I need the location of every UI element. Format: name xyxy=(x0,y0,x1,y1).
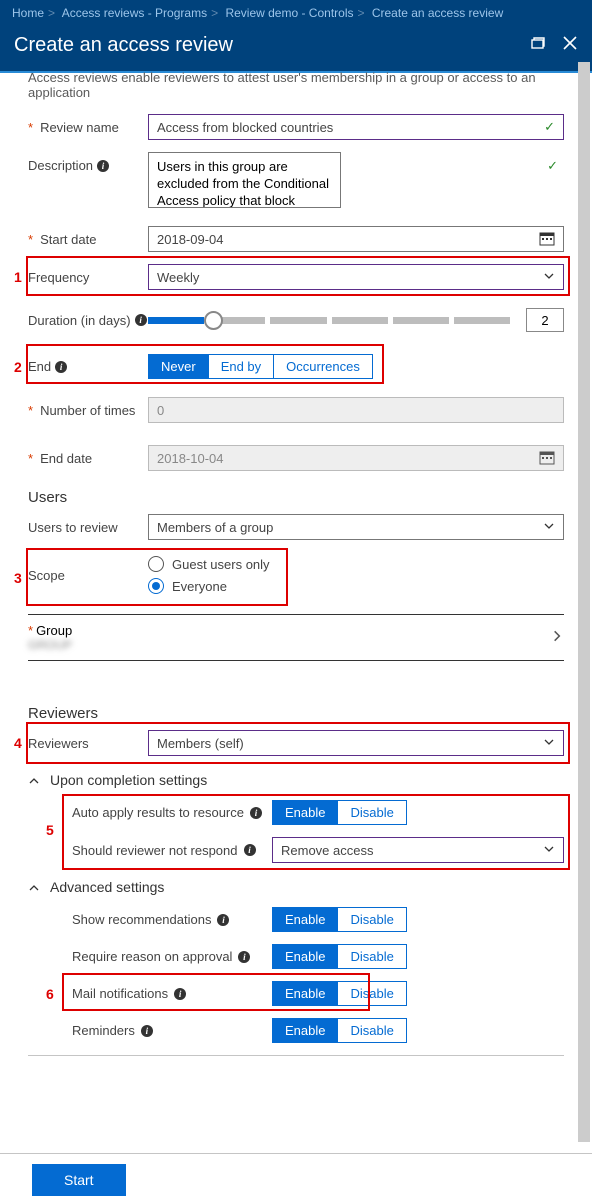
reminders-enable[interactable]: Enable xyxy=(273,1019,337,1042)
end-occurrences[interactable]: Occurrences xyxy=(273,355,372,378)
toggle-auto-apply: Enable Disable xyxy=(272,800,407,825)
toggle-upon-completion[interactable]: Upon completion settings xyxy=(28,772,564,788)
restore-icon[interactable] xyxy=(530,35,546,56)
chevron-down-icon xyxy=(543,843,555,858)
crumb-3: Create an access review xyxy=(372,6,503,20)
footer: Start xyxy=(0,1153,592,1200)
start-button[interactable]: Start xyxy=(32,1164,126,1196)
toggle-reminders: Enable Disable xyxy=(272,1018,407,1043)
mail-notif-enable[interactable]: Enable xyxy=(273,982,337,1005)
mail-notif-disable[interactable]: Disable xyxy=(337,982,405,1005)
show-rec-disable[interactable]: Disable xyxy=(337,908,405,931)
end-never[interactable]: Never xyxy=(149,355,208,378)
annotation-4: 4 xyxy=(14,735,22,751)
label-users-to-review: Users to review xyxy=(28,520,148,535)
require-reason-disable[interactable]: Disable xyxy=(337,945,405,968)
info-icon[interactable]: i xyxy=(97,160,109,172)
group-selector[interactable]: Group GROUP xyxy=(28,623,564,652)
label-mail-notif: Mail notifications i xyxy=(72,986,272,1001)
crumb-home[interactable]: Home xyxy=(12,6,44,20)
end-button-group: Never End by Occurrences xyxy=(148,354,373,379)
label-review-name: Review name xyxy=(28,120,148,135)
select-users-to-review[interactable]: Members of a group xyxy=(148,514,564,540)
info-icon[interactable]: i xyxy=(238,951,250,963)
input-duration-value[interactable] xyxy=(526,308,564,332)
info-icon[interactable]: i xyxy=(135,314,147,326)
crumb-1[interactable]: Access reviews - Programs xyxy=(62,6,207,20)
label-scope: Scope xyxy=(28,556,148,583)
info-icon[interactable]: i xyxy=(217,914,229,926)
chevron-down-icon xyxy=(543,270,555,285)
scrollbar-thumb[interactable] xyxy=(578,62,590,1142)
close-icon[interactable] xyxy=(562,35,578,56)
auto-apply-enable[interactable]: Enable xyxy=(273,801,337,824)
label-end: End i xyxy=(28,359,148,374)
label-auto-apply: Auto apply results to resource i xyxy=(72,805,272,820)
radio-everyone[interactable]: Everyone xyxy=(148,578,270,594)
label-show-rec: Show recommendations i xyxy=(72,912,272,927)
radio-guest-users[interactable]: Guest users only xyxy=(148,556,270,572)
input-review-name[interactable]: Access from blocked countries ✓ xyxy=(148,114,564,140)
page-title: Create an access review xyxy=(14,34,233,57)
select-reviewers[interactable]: Members (self) xyxy=(148,730,564,756)
toggle-show-rec: Enable Disable xyxy=(272,907,407,932)
label-number-of-times: Number of times xyxy=(28,403,148,418)
toggle-advanced[interactable]: Advanced settings xyxy=(28,879,564,895)
label-start-date: Start date xyxy=(28,232,148,247)
chevron-right-icon xyxy=(550,629,564,646)
scrollbar[interactable] xyxy=(578,62,590,1142)
annotation-6: 6 xyxy=(46,986,54,1002)
group-value-blurred: GROUP xyxy=(28,638,72,652)
info-icon[interactable]: i xyxy=(244,844,256,856)
calendar-icon[interactable] xyxy=(539,230,555,249)
label-reminders: Reminders i xyxy=(72,1023,272,1038)
section-reviewers: Reviewers xyxy=(28,705,564,722)
breadcrumb: Home> Access reviews - Programs> Review … xyxy=(0,0,592,26)
reminders-disable[interactable]: Disable xyxy=(337,1019,405,1042)
chevron-down-icon xyxy=(543,736,555,751)
require-reason-enable[interactable]: Enable xyxy=(273,945,337,968)
info-icon[interactable]: i xyxy=(250,807,262,819)
annotation-3: 3 xyxy=(14,570,22,586)
show-rec-enable[interactable]: Enable xyxy=(273,908,337,931)
input-description[interactable] xyxy=(148,152,341,208)
intro-text: Access reviews enable reviewers to attes… xyxy=(28,70,564,100)
check-icon: ✓ xyxy=(544,119,555,135)
label-description: Description i xyxy=(28,152,148,173)
info-icon[interactable]: i xyxy=(174,988,186,1000)
end-by[interactable]: End by xyxy=(208,355,273,378)
select-not-respond[interactable]: Remove access xyxy=(272,837,564,863)
label-end-date: End date xyxy=(28,451,148,466)
input-number-of-times: 0 xyxy=(148,397,564,423)
crumb-2[interactable]: Review demo - Controls xyxy=(225,6,353,20)
label-not-respond: Should reviewer not respond i xyxy=(72,843,272,858)
label-require-reason: Require reason on approval i xyxy=(72,949,272,964)
auto-apply-disable[interactable]: Disable xyxy=(337,801,405,824)
check-icon: ✓ xyxy=(547,158,558,174)
calendar-icon xyxy=(539,449,555,468)
slider-knob[interactable] xyxy=(204,311,223,330)
chevron-up-icon xyxy=(28,772,40,788)
annotation-2: 2 xyxy=(14,359,22,375)
label-frequency: Frequency xyxy=(28,270,148,285)
input-end-date: 2018-10-04 xyxy=(148,445,564,471)
annotation-1: 1 xyxy=(14,269,22,285)
slider-duration[interactable] xyxy=(148,317,510,324)
annotation-5: 5 xyxy=(46,822,54,838)
toggle-mail-notif: Enable Disable xyxy=(272,981,407,1006)
chevron-down-icon xyxy=(543,520,555,535)
label-reviewers: Reviewers xyxy=(28,736,148,751)
label-duration: Duration (in days) i xyxy=(28,313,148,328)
toggle-require-reason: Enable Disable xyxy=(272,944,407,969)
info-icon[interactable]: i xyxy=(141,1025,153,1037)
input-start-date[interactable]: 2018-09-04 xyxy=(148,226,564,252)
section-users: Users xyxy=(28,489,564,506)
info-icon[interactable]: i xyxy=(55,361,67,373)
chevron-up-icon xyxy=(28,879,40,895)
select-frequency[interactable]: Weekly xyxy=(148,264,564,290)
